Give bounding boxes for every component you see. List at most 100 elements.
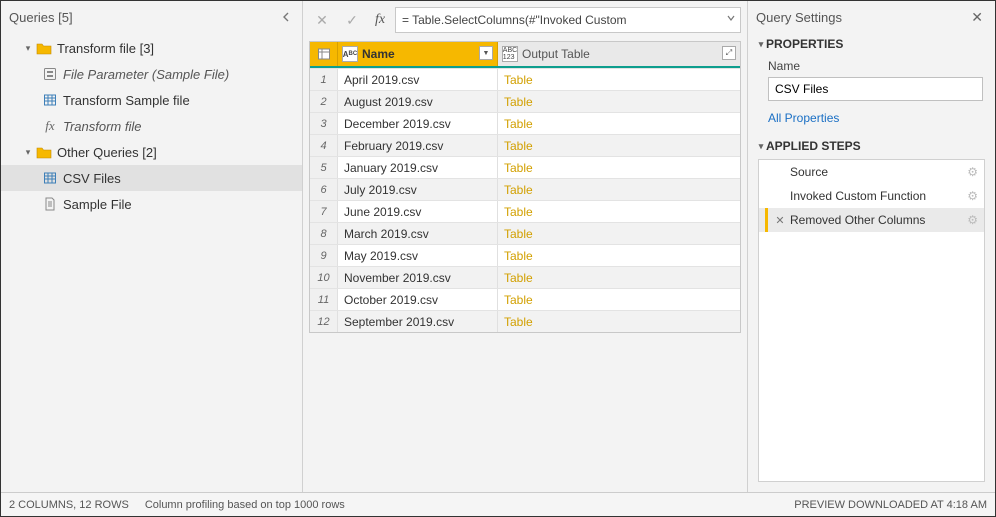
column-header-name[interactable]: ABC Name ▼ xyxy=(338,42,498,66)
column-header-label: Output Table xyxy=(522,47,590,61)
cell-output-table[interactable]: Table xyxy=(498,223,740,244)
cell-name: April 2019.csv xyxy=(338,69,498,90)
tree-item-label: Sample File xyxy=(63,197,132,212)
caret-down-icon: ▾ xyxy=(756,141,766,152)
step-label: Removed Other Columns xyxy=(790,213,967,227)
tree-item-sample-file[interactable]: Sample File xyxy=(1,191,302,217)
tree-item-label: Transform file xyxy=(63,119,142,134)
formula-commit-button[interactable]: ✓ xyxy=(339,7,365,33)
table-row[interactable]: 8March 2019.csvTable xyxy=(310,222,740,244)
tree-item-label: CSV Files xyxy=(63,171,121,186)
caret-down-icon: ▾ xyxy=(756,39,766,50)
table-row[interactable]: 6July 2019.csvTable xyxy=(310,178,740,200)
table-corner-icon[interactable] xyxy=(310,42,338,66)
status-preview-time: PREVIEW DOWNLOADED AT 4:18 AM xyxy=(794,499,987,511)
table-row[interactable]: 4February 2019.csvTable xyxy=(310,134,740,156)
formula-cancel-button[interactable]: ✕ xyxy=(309,7,335,33)
query-name-input[interactable] xyxy=(768,77,983,101)
cell-name: May 2019.csv xyxy=(338,245,498,266)
row-index: 8 xyxy=(310,223,338,244)
table-row[interactable]: 1April 2019.csvTable xyxy=(310,68,740,90)
row-index: 3 xyxy=(310,113,338,134)
row-index: 12 xyxy=(310,311,338,332)
column-filter-icon[interactable]: ▼ xyxy=(479,46,493,60)
gear-icon[interactable]: ⚙ xyxy=(967,189,980,203)
row-index: 10 xyxy=(310,267,338,288)
cell-name: September 2019.csv xyxy=(338,311,498,332)
settings-title: Query Settings xyxy=(756,10,842,25)
formula-dropdown-icon[interactable] xyxy=(726,13,736,23)
table-row[interactable]: 7June 2019.csvTable xyxy=(310,200,740,222)
row-index: 9 xyxy=(310,245,338,266)
applied-step[interactable]: Invoked Custom Function⚙ xyxy=(759,184,984,208)
row-index: 7 xyxy=(310,201,338,222)
tree-item-transform-file[interactable]: fx Transform file xyxy=(1,113,302,139)
column-header-label: Name xyxy=(362,47,395,61)
status-bar: 2 COLUMNS, 12 ROWS Column profiling base… xyxy=(1,492,995,516)
tree-group-label: Other Queries [2] xyxy=(57,145,157,160)
cell-name: July 2019.csv xyxy=(338,179,498,200)
row-index: 2 xyxy=(310,91,338,112)
tree-item-file-parameter[interactable]: File Parameter (Sample File) xyxy=(1,61,302,87)
cell-name: June 2019.csv xyxy=(338,201,498,222)
applied-step[interactable]: Source⚙ xyxy=(759,160,984,184)
table-row[interactable]: 11October 2019.csvTable xyxy=(310,288,740,310)
cell-output-table[interactable]: Table xyxy=(498,311,740,332)
applied-step[interactable]: ✕Removed Other Columns⚙ xyxy=(759,208,984,232)
fx-icon: fx xyxy=(41,118,59,134)
cell-output-table[interactable]: Table xyxy=(498,245,740,266)
row-index: 5 xyxy=(310,157,338,178)
cell-output-table[interactable]: Table xyxy=(498,157,740,178)
cell-output-table[interactable]: Table xyxy=(498,91,740,112)
tree-item-csv-files[interactable]: CSV Files xyxy=(1,165,302,191)
column-expand-icon[interactable]: ⤢ xyxy=(722,46,736,60)
caret-down-icon: ▾ xyxy=(21,43,35,54)
cell-name: January 2019.csv xyxy=(338,157,498,178)
table-row[interactable]: 10November 2019.csvTable xyxy=(310,266,740,288)
table-row[interactable]: 9May 2019.csvTable xyxy=(310,244,740,266)
tree-group-transform[interactable]: ▾ Transform file [3] xyxy=(1,35,302,61)
formula-input[interactable]: = Table.SelectColumns(#"Invoked Custom xyxy=(395,7,741,33)
row-index: 1 xyxy=(310,69,338,90)
cell-output-table[interactable]: Table xyxy=(498,267,740,288)
folder-icon xyxy=(35,40,53,56)
table-row[interactable]: 3December 2019.csvTable xyxy=(310,112,740,134)
all-properties-link[interactable]: All Properties xyxy=(768,111,839,125)
collapse-left-icon[interactable] xyxy=(280,10,294,24)
cell-name: February 2019.csv xyxy=(338,135,498,156)
status-cols-rows: 2 COLUMNS, 12 ROWS xyxy=(9,499,129,511)
data-table: ABC Name ▼ ABC123 Output Table ⤢ 1April … xyxy=(309,41,741,333)
queries-tree: ▾ Transform file [3] File Parameter (Sam… xyxy=(1,33,302,492)
cell-output-table[interactable]: Table xyxy=(498,179,740,200)
tree-item-transform-sample[interactable]: Transform Sample file xyxy=(1,87,302,113)
delete-step-icon[interactable]: ✕ xyxy=(772,214,788,227)
column-header-output[interactable]: ABC123 Output Table ⤢ xyxy=(498,42,740,66)
table-header-row: ABC Name ▼ ABC123 Output Table ⤢ xyxy=(310,42,740,66)
applied-steps-section-header[interactable]: ▾ APPLIED STEPS xyxy=(748,135,995,157)
tree-item-label: File Parameter (Sample File) xyxy=(63,67,229,82)
cell-output-table[interactable]: Table xyxy=(498,113,740,134)
cell-output-table[interactable]: Table xyxy=(498,135,740,156)
text-type-icon: ABC xyxy=(342,46,358,62)
tree-group-other[interactable]: ▾ Other Queries [2] xyxy=(1,139,302,165)
table-icon xyxy=(41,170,59,186)
table-row[interactable]: 2August 2019.csvTable xyxy=(310,90,740,112)
properties-section-header[interactable]: ▾ PROPERTIES xyxy=(748,33,995,55)
gear-icon[interactable]: ⚙ xyxy=(967,213,980,227)
cell-output-table[interactable]: Table xyxy=(498,289,740,310)
cell-output-table[interactable]: Table xyxy=(498,69,740,90)
cell-name: October 2019.csv xyxy=(338,289,498,310)
close-settings-button[interactable]: ✕ xyxy=(967,7,987,28)
table-row[interactable]: 12September 2019.csvTable xyxy=(310,310,740,332)
cell-name: November 2019.csv xyxy=(338,267,498,288)
applied-steps-list: Source⚙Invoked Custom Function⚙✕Removed … xyxy=(758,159,985,482)
gear-icon[interactable]: ⚙ xyxy=(967,165,980,179)
fx-icon: fx xyxy=(369,12,391,28)
cell-output-table[interactable]: Table xyxy=(498,201,740,222)
any-type-icon: ABC123 xyxy=(502,46,518,62)
queries-title: Queries [5] xyxy=(9,10,73,25)
applied-steps-label: APPLIED STEPS xyxy=(766,139,861,153)
table-row[interactable]: 5January 2019.csvTable xyxy=(310,156,740,178)
table-icon xyxy=(41,92,59,108)
formula-bar: ✕ ✓ fx = Table.SelectColumns(#"Invoked C… xyxy=(309,5,741,35)
